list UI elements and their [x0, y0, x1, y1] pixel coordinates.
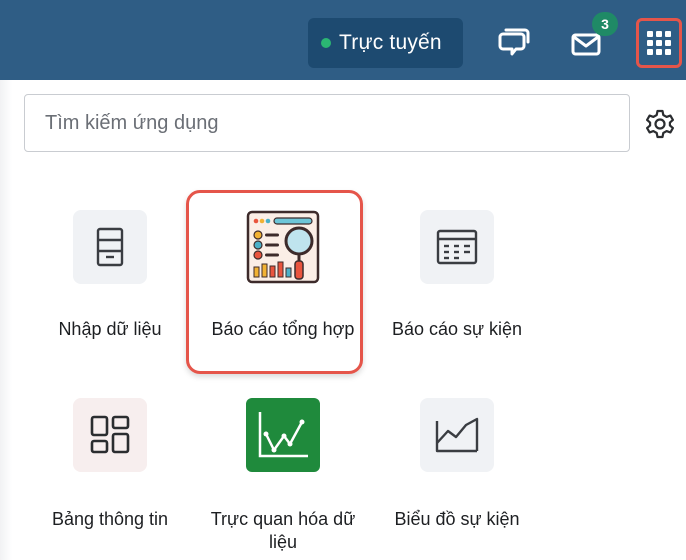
status-label: Trực tuyến	[339, 31, 442, 54]
apps-grid-icon	[647, 31, 671, 55]
area-chart-icon	[420, 398, 494, 472]
app-label: Nhập dữ liệu	[58, 319, 162, 339]
online-dot-icon	[321, 38, 331, 48]
form-icon	[73, 210, 147, 284]
app-label: Báo cáo sự kiện	[391, 319, 523, 339]
app-label: Biểu đồ sự kiện	[394, 509, 520, 529]
app-label: Bảng thông tin	[51, 509, 169, 529]
line-chart-icon	[246, 398, 320, 472]
online-status-button[interactable]: Trực tuyến	[308, 18, 463, 68]
app-label: Trực quan hóa dữ liệu	[210, 509, 356, 552]
apps-menu-button[interactable]	[636, 18, 682, 68]
top-bar: Trực tuyến 3	[0, 0, 686, 80]
app-label: Báo cáo tổng hợp	[211, 319, 355, 339]
mail-count-badge: 3	[592, 12, 618, 36]
chat-icon[interactable]	[496, 28, 530, 58]
dashboard-icon	[73, 398, 147, 472]
gear-icon[interactable]	[644, 108, 676, 140]
table-icon	[420, 210, 494, 284]
report-search-icon	[243, 207, 323, 287]
panel-edge	[0, 80, 12, 560]
app-search-input[interactable]	[24, 94, 630, 152]
